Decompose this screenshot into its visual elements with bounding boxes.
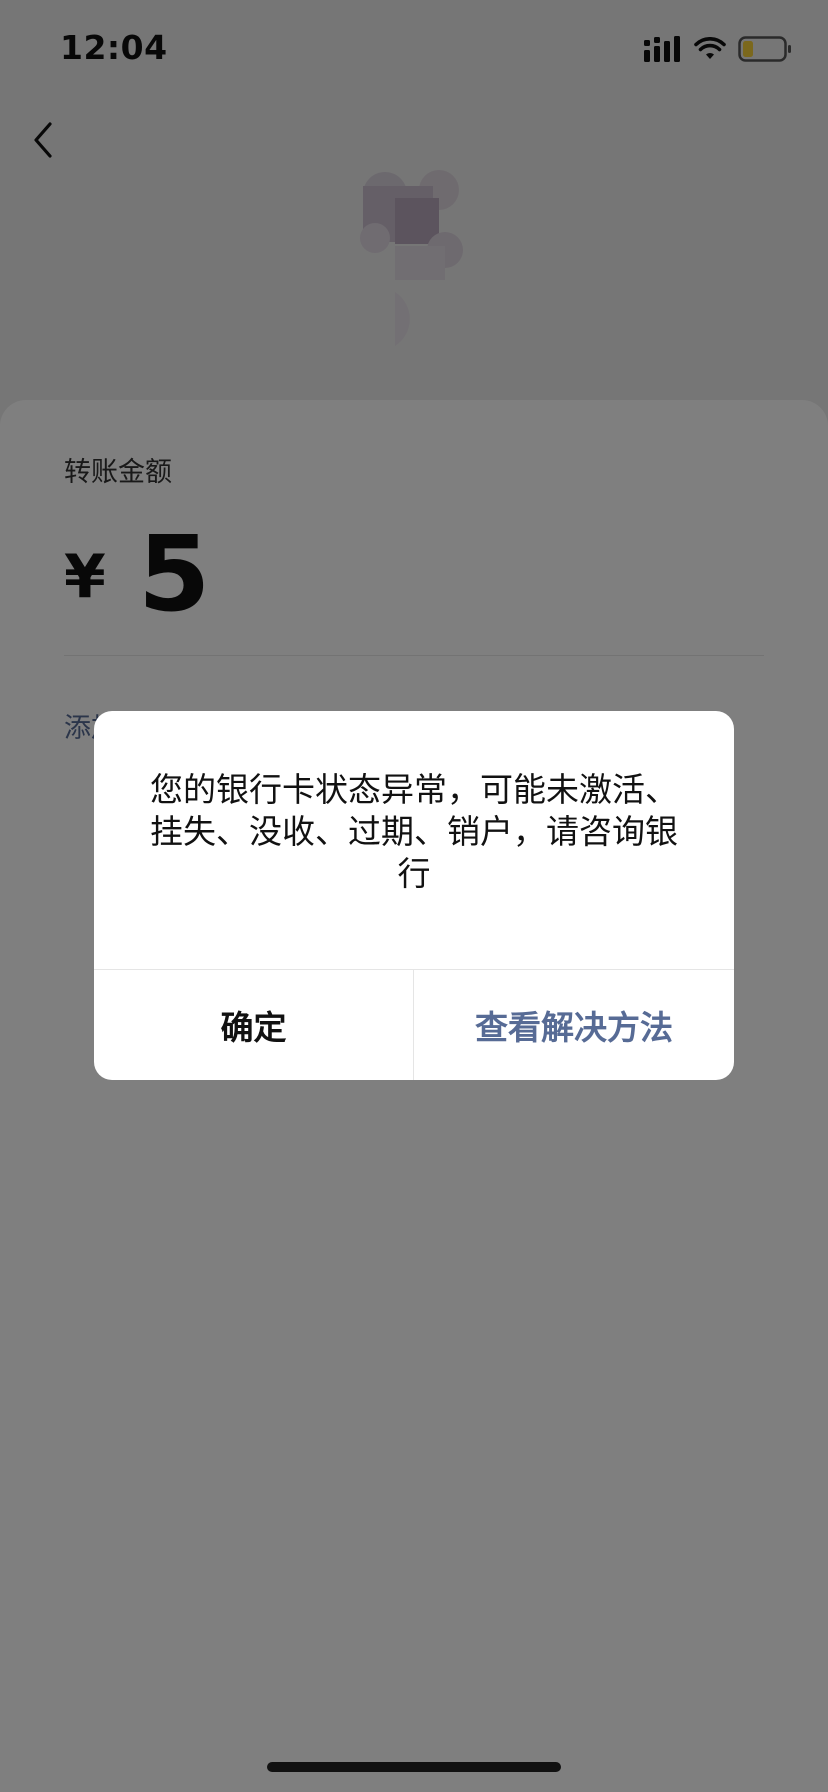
transfer-screen: 12:04 (0, 0, 828, 1792)
alert-dialog: 您的银行卡状态异常，可能未激活、挂失、没收、过期、销户，请咨询银行 确定 查看解… (94, 711, 734, 1080)
dialog-message: 您的银行卡状态异常，可能未激活、挂失、没收、过期、销户，请咨询银行 (150, 770, 678, 893)
confirm-button[interactable]: 确定 (94, 970, 413, 1080)
view-solution-button[interactable]: 查看解决方法 (414, 970, 734, 1080)
home-indicator[interactable] (267, 1762, 561, 1772)
